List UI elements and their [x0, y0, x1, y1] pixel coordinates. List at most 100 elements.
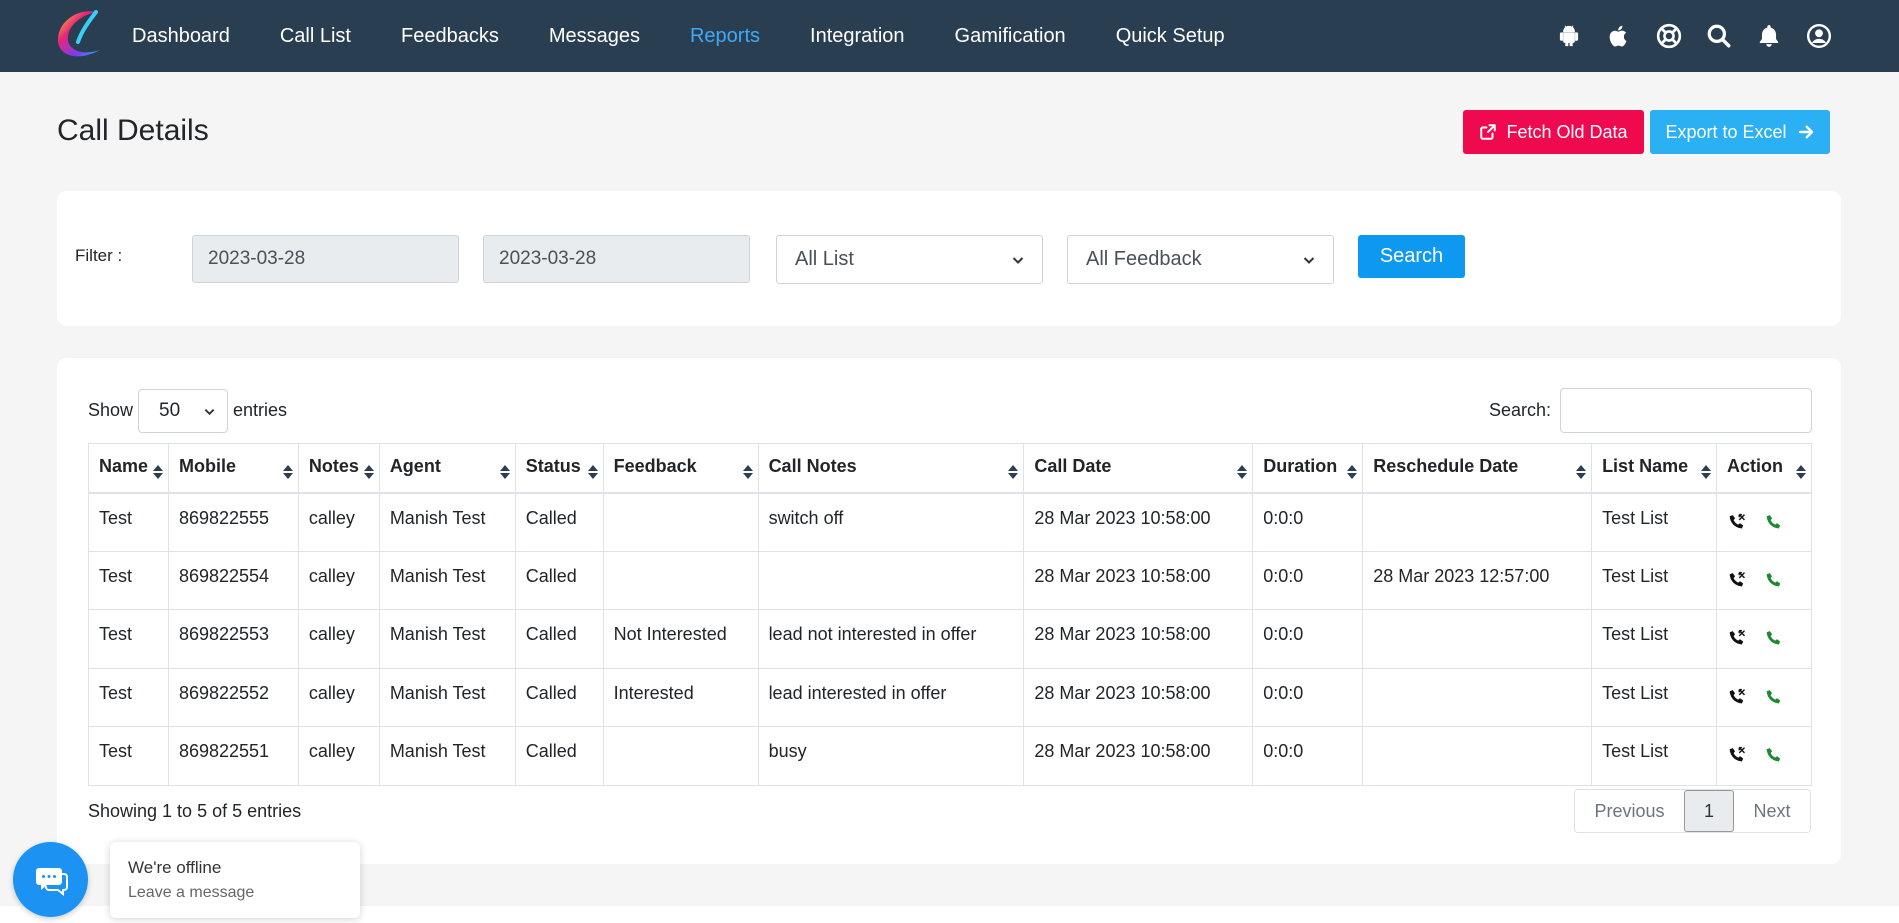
table-row: Test 869822553 calley Manish Test Called Not …: [88, 609, 1813, 669]
feedback-select[interactable]: All Feedback: [1067, 235, 1334, 284]
column-header-reschedule-date[interactable]: Reschedule Date: [1362, 443, 1593, 494]
sort-icon[interactable]: [1346, 464, 1358, 480]
call-history-icon[interactable]: [1727, 687, 1748, 708]
date-from-input[interactable]: [192, 235, 459, 283]
column-header-list-name[interactable]: List Name: [1591, 443, 1717, 494]
phone-call-icon[interactable]: [1764, 745, 1785, 766]
filter-label: Filter :: [75, 246, 123, 265]
pagination-next-button[interactable]: Next: [1734, 790, 1810, 832]
sort-icon[interactable]: [1700, 464, 1712, 480]
table-cell-list-name: Test List: [1591, 667, 1717, 727]
call-history-icon[interactable]: [1727, 570, 1748, 591]
call-history-icon[interactable]: [1727, 512, 1748, 533]
column-header-mobile[interactable]: Mobile: [167, 443, 299, 494]
phone-call-icon[interactable]: [1764, 687, 1785, 708]
sort-icon[interactable]: [1236, 464, 1248, 480]
table-cell-agent: Manish Test: [378, 726, 516, 786]
chevron-down-icon: [204, 408, 215, 415]
fetch-old-data-button[interactable]: Fetch Old Data: [1463, 110, 1644, 154]
nav-item-call-list[interactable]: Call List: [280, 25, 351, 48]
column-header-feedback[interactable]: Feedback: [602, 443, 759, 494]
table-cell-status: Called: [514, 609, 604, 669]
list-select-value: All List: [795, 248, 854, 270]
column-header-label: Call Date: [1034, 456, 1112, 476]
top-navbar: Dashboard Call List Feedbacks Messages R…: [0, 0, 1899, 72]
export-to-excel-button[interactable]: Export to Excel: [1650, 110, 1830, 154]
android-icon[interactable]: [1555, 22, 1583, 50]
sort-icon[interactable]: [587, 464, 599, 480]
table-cell-call-date: 28 Mar 2023 10:58:00: [1023, 492, 1254, 552]
pagination: Previous 1 Next: [1574, 789, 1811, 833]
nav-item-integration[interactable]: Integration: [810, 25, 905, 48]
chat-widget-button[interactable]: [13, 842, 88, 917]
table-cell-call-notes: busy: [757, 726, 1025, 786]
column-header-agent[interactable]: Agent: [378, 443, 516, 494]
column-header-status[interactable]: Status: [514, 443, 604, 494]
table-cell-list-name: Test List: [1591, 609, 1717, 669]
sort-icon[interactable]: [742, 464, 754, 480]
app-logo-icon[interactable]: [52, 6, 108, 64]
main-nav-menu: Dashboard Call List Feedbacks Messages R…: [132, 0, 1275, 72]
column-header-call-date[interactable]: Call Date: [1023, 443, 1254, 494]
pagination-previous-button[interactable]: Previous: [1575, 790, 1684, 832]
phone-call-icon[interactable]: [1764, 570, 1785, 591]
table-cell-call-date: 28 Mar 2023 10:58:00: [1023, 550, 1254, 610]
table-cell-mobile: 869822555: [167, 492, 299, 552]
column-header-notes[interactable]: Notes: [297, 443, 380, 494]
table-row: Test 869822554 calley Manish Test Called 28 M…: [88, 550, 1813, 610]
table-search-input[interactable]: [1560, 388, 1812, 433]
table-cell-call-date: 28 Mar 2023 10:58:00: [1023, 667, 1254, 727]
row-actions: [1727, 741, 1801, 766]
apple-icon[interactable]: [1605, 22, 1633, 50]
sort-icon[interactable]: [1007, 464, 1019, 480]
filter-search-button[interactable]: Search: [1358, 235, 1465, 278]
table-cell-action: [1715, 667, 1813, 727]
nav-item-gamification[interactable]: Gamification: [955, 25, 1066, 48]
nav-item-dashboard[interactable]: Dashboard: [132, 25, 230, 48]
table-cell-duration: 0:0:0: [1252, 726, 1364, 786]
user-circle-icon[interactable]: [1805, 22, 1833, 50]
entries-length-select[interactable]: 50: [138, 389, 228, 433]
call-history-icon[interactable]: [1727, 745, 1748, 766]
entries-label: entries: [233, 400, 288, 420]
table-search-label: Search:: [1489, 400, 1552, 420]
column-header-action[interactable]: Action: [1715, 443, 1813, 494]
table-row: Test 869822552 calley Manish Test Called Inte…: [88, 667, 1813, 727]
date-to-input[interactable]: [483, 235, 750, 283]
nav-item-feedbacks[interactable]: Feedbacks: [401, 25, 499, 48]
sort-icon[interactable]: [152, 464, 164, 480]
sort-icon[interactable]: [363, 464, 375, 480]
arrow-right-icon: [1798, 125, 1813, 139]
bell-icon[interactable]: [1755, 22, 1783, 50]
chevron-down-icon: [1012, 256, 1024, 264]
search-icon[interactable]: [1705, 22, 1733, 50]
nav-item-reports[interactable]: Reports: [690, 25, 760, 48]
table-cell-feedback: Not Interested: [602, 609, 759, 669]
sort-icon[interactable]: [1795, 464, 1807, 480]
sort-icon[interactable]: [282, 464, 294, 480]
table-cell-call-notes: lead interested in offer: [757, 667, 1025, 727]
column-header-duration[interactable]: Duration: [1252, 443, 1364, 494]
sort-icon[interactable]: [1575, 464, 1587, 480]
pagination-page-1-button[interactable]: 1: [1684, 790, 1734, 832]
sort-icon[interactable]: [499, 464, 511, 480]
table-cell-name: Test: [88, 609, 169, 669]
column-header-call-notes[interactable]: Call Notes: [757, 443, 1025, 494]
table-cell-duration: 0:0:0: [1252, 667, 1364, 727]
lifebuoy-icon[interactable]: [1655, 22, 1683, 50]
nav-item-messages[interactable]: Messages: [549, 25, 640, 48]
list-select[interactable]: All List: [776, 235, 1043, 284]
column-header-name[interactable]: Name: [88, 443, 169, 494]
table-cell-call-notes: switch off: [757, 492, 1025, 552]
call-details-table-panel: Show 50 entries Search: Name Mobile Notes A…: [57, 358, 1841, 864]
table-info: Showing 1 to 5 of 5 entries: [88, 801, 302, 821]
phone-call-icon[interactable]: [1764, 628, 1785, 649]
phone-call-icon[interactable]: [1764, 512, 1785, 533]
nav-item-quick-setup[interactable]: Quick Setup: [1116, 25, 1225, 48]
column-header-label: Name: [99, 456, 149, 476]
table-cell-call-date: 28 Mar 2023 10:58:00: [1023, 609, 1254, 669]
table-cell-call-date: 28 Mar 2023 10:58:00: [1023, 726, 1254, 786]
chat-offline-bubble[interactable]: We're offline Leave a message: [110, 842, 360, 918]
page-title: Call Details: [57, 114, 209, 147]
call-history-icon[interactable]: [1727, 628, 1748, 649]
